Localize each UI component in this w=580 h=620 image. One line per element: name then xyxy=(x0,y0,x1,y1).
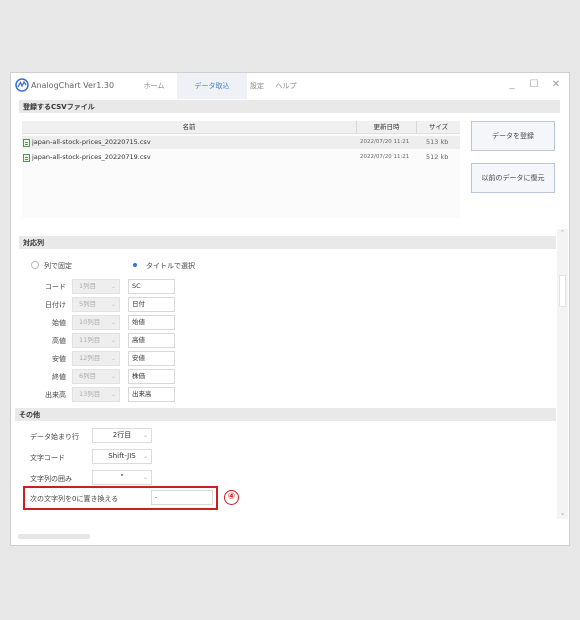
menu-data-import[interactable]: データ取込 xyxy=(177,73,247,99)
scroll-up-icon[interactable]: ⌃ xyxy=(557,229,568,237)
menu-help[interactable]: ヘルプ xyxy=(273,73,299,99)
chevron-down-icon: ⌄ xyxy=(110,355,116,362)
register-data-button[interactable]: データを登録 xyxy=(471,121,555,151)
file-updated: 2022/07/20 11:21 xyxy=(360,139,410,145)
chevron-down-icon: ⌄ xyxy=(142,474,148,481)
horizontal-scrollbar[interactable] xyxy=(18,534,90,539)
chevron-down-icon: ⌄ xyxy=(110,319,116,326)
field-label: 始値 xyxy=(52,319,66,327)
title-input[interactable]: SC xyxy=(128,279,175,294)
minimize-icon[interactable]: _ xyxy=(505,79,519,90)
annotation-badge: ④ xyxy=(224,490,239,505)
column-header-name[interactable]: 名前 xyxy=(22,121,357,134)
chevron-down-icon: ⌄ xyxy=(142,432,148,439)
start-row-label: データ始まり行 xyxy=(30,433,79,441)
chevron-down-icon: ⌄ xyxy=(142,453,148,460)
mode-title-label: タイトルで選択 xyxy=(146,262,195,270)
title-input[interactable]: 安値 xyxy=(128,351,175,366)
title-bar: AnalogChart Ver1.30 ホーム データ取込 設定 ヘルプ _ ☐… xyxy=(11,73,569,99)
title-input[interactable]: 日付 xyxy=(128,297,175,312)
scrollbar-thumb[interactable] xyxy=(559,275,566,307)
quote-select[interactable]: " ⌄ xyxy=(92,470,152,485)
column-header-size[interactable]: サイズ xyxy=(417,121,460,134)
encoding-select[interactable]: Shift-JIS ⌄ xyxy=(92,449,152,464)
app-logo-icon xyxy=(15,78,29,92)
menu-home[interactable]: ホーム xyxy=(131,73,177,99)
chevron-down-icon: ⌄ xyxy=(110,373,116,380)
column-select[interactable]: 13列目 ⌄ xyxy=(72,387,120,402)
app-title: AnalogChart Ver1.30 xyxy=(31,81,115,90)
column-select[interactable]: 11列目 ⌄ xyxy=(72,333,120,348)
file-table: 名前 更新日時 サイズ japan-all-stock-prices_20220… xyxy=(22,121,460,218)
file-row[interactable]: japan-all-stock-prices_20220715.csv 2022… xyxy=(22,136,460,149)
field-label: コード xyxy=(45,283,66,291)
csv-file-icon xyxy=(23,139,30,147)
other-section-header: その他 xyxy=(15,408,556,421)
start-row-select[interactable]: 2行目 ⌄ xyxy=(92,428,152,443)
column-select[interactable]: 10列目 ⌄ xyxy=(72,315,120,330)
file-name: japan-all-stock-prices_20220715.csv xyxy=(32,138,151,146)
files-section-title: 登録するCSVファイル xyxy=(23,103,95,111)
files-section-header: 登録するCSVファイル xyxy=(19,100,560,113)
chevron-down-icon: ⌄ xyxy=(110,283,116,290)
column-select[interactable]: 5列目 ⌄ xyxy=(72,297,120,312)
close-icon[interactable]: ✕ xyxy=(549,79,563,90)
chevron-down-icon: ⌄ xyxy=(110,391,116,398)
file-size: 513 kb xyxy=(426,138,449,146)
title-input[interactable]: 出来高 xyxy=(128,387,175,402)
chevron-down-icon: ⌄ xyxy=(110,301,116,308)
file-size: 512 kb xyxy=(426,153,449,161)
file-row[interactable]: japan-all-stock-prices_20220719.csv 2022… xyxy=(22,151,460,164)
title-input[interactable]: 株価 xyxy=(128,369,175,384)
mode-title-radio[interactable] xyxy=(131,261,139,269)
chevron-down-icon: ⌄ xyxy=(110,337,116,344)
column-select[interactable]: 1列目 ⌄ xyxy=(72,279,120,294)
other-section-title: その他 xyxy=(19,411,40,419)
title-input[interactable]: 始値 xyxy=(128,315,175,330)
column-select[interactable]: 6列目 ⌄ xyxy=(72,369,120,384)
column-select[interactable]: 12列目 ⌄ xyxy=(72,351,120,366)
field-label: 終値 xyxy=(52,373,66,381)
scroll-down-icon[interactable]: ⌄ xyxy=(557,509,568,517)
mapping-section-title: 対応列 xyxy=(23,239,44,247)
encoding-label: 文字コード xyxy=(30,454,65,462)
quote-label: 文字列の囲み xyxy=(30,475,72,483)
maximize-icon[interactable]: ☐ xyxy=(527,79,541,90)
vertical-scrollbar[interactable]: ⌃ ⌄ xyxy=(557,229,568,519)
field-label: 日付け xyxy=(45,301,66,309)
annotation-highlight-box xyxy=(23,486,218,510)
title-input[interactable]: 高値 xyxy=(128,333,175,348)
mapping-section-header: 対応列 xyxy=(19,236,556,249)
mode-fixed-label: 列で固定 xyxy=(44,262,72,270)
mode-fixed-radio[interactable] xyxy=(31,261,39,269)
file-name: japan-all-stock-prices_20220719.csv xyxy=(32,153,151,161)
csv-file-icon xyxy=(23,154,30,162)
restore-data-button[interactable]: 以前のデータに復元 xyxy=(471,163,555,193)
menu-settings[interactable]: 設定 xyxy=(247,73,267,99)
field-label: 高値 xyxy=(52,337,66,345)
field-label: 出来高 xyxy=(45,391,66,399)
column-header-updated[interactable]: 更新日時 xyxy=(357,121,417,134)
file-updated: 2022/07/20 11:21 xyxy=(360,154,410,160)
field-label: 安値 xyxy=(52,355,66,363)
